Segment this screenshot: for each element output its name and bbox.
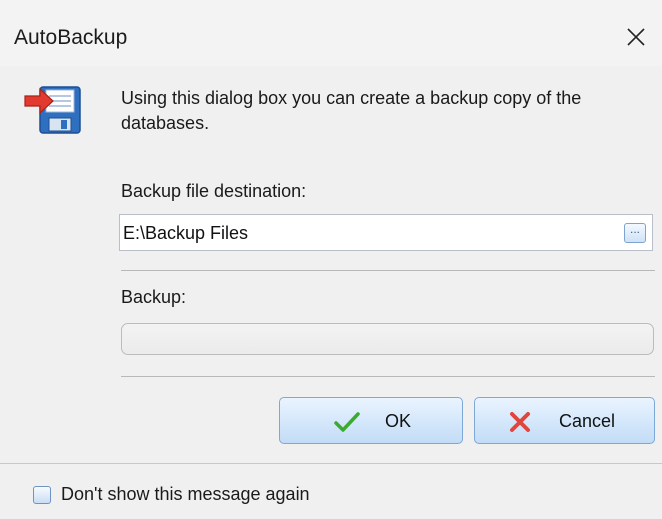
destination-input[interactable]: E:\Backup Files ... xyxy=(119,214,653,251)
intro-text: Using this dialog box you can create a b… xyxy=(121,88,582,133)
footer-separator xyxy=(0,463,662,464)
red-x-icon xyxy=(510,412,530,432)
ok-button[interactable]: OK xyxy=(279,397,463,444)
browse-button-label: ... xyxy=(629,222,640,236)
title-bar: AutoBackup xyxy=(0,0,662,66)
backup-label: Backup: xyxy=(121,287,187,307)
dont-show-again-label[interactable]: Don't show this message again xyxy=(61,484,310,505)
separator xyxy=(121,270,655,271)
close-button[interactable] xyxy=(622,23,650,51)
dont-show-again-checkbox[interactable] xyxy=(33,486,51,504)
backup-progress-bar xyxy=(121,323,654,355)
browse-button[interactable]: ... xyxy=(624,222,646,243)
close-icon xyxy=(627,28,645,46)
window-title: AutoBackup xyxy=(14,26,128,49)
checkmark-icon xyxy=(334,412,360,432)
cancel-button-label: Cancel xyxy=(559,411,616,431)
cancel-button[interactable]: Cancel xyxy=(474,397,655,444)
separator xyxy=(121,376,655,377)
save-disk-icon xyxy=(24,86,81,134)
destination-value: E:\Backup Files xyxy=(123,223,249,243)
ok-button-label: OK xyxy=(385,411,412,431)
destination-label: Backup file destination: xyxy=(121,181,307,201)
